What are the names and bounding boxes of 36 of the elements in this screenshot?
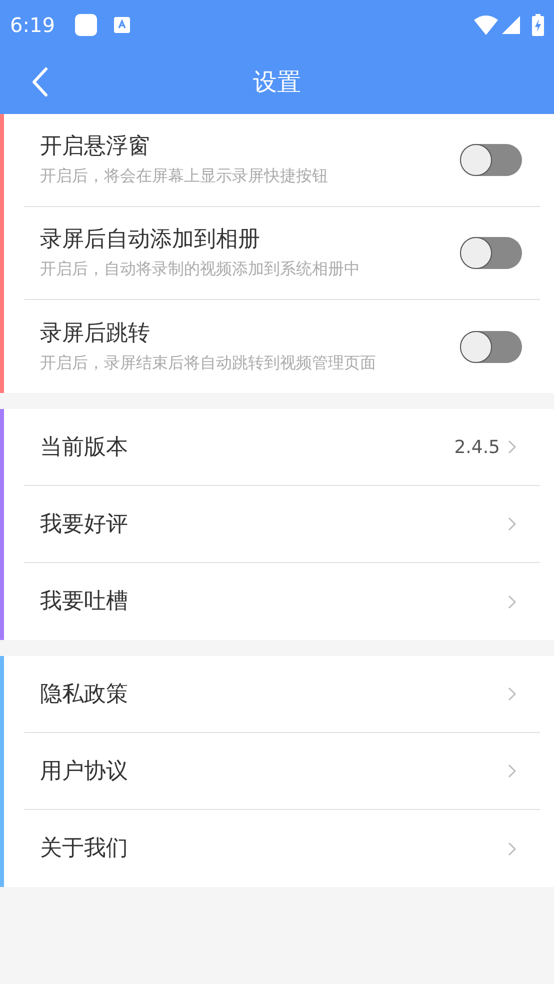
setting-title: 我要吐槽: [39, 588, 129, 616]
settings-row[interactable]: 用户协议: [24, 733, 540, 810]
wifi-icon: [474, 15, 498, 35]
app-notification-icon: [74, 13, 98, 37]
setting-description: 开启后，自动将录制的视频添加到系统相册中: [40, 258, 361, 280]
signal-icon: [502, 16, 520, 34]
chevron-right-icon: [508, 594, 516, 608]
setting-description: 开启后，将会在屏幕上显示录屏快捷按钮: [40, 165, 329, 187]
setting-title: 关于我们: [39, 835, 129, 863]
page-title: 设置: [253, 67, 301, 98]
setting-title: 录屏后跳转: [40, 320, 151, 348]
settings-row[interactable]: 关于我们: [24, 810, 540, 887]
chevron-right-icon: [508, 517, 516, 531]
chevron-right-icon: [508, 842, 516, 856]
toggle-switch[interactable]: [460, 237, 522, 269]
settings-row[interactable]: 我要好评: [24, 486, 540, 563]
chevron-right-icon: [508, 440, 516, 454]
chevron-right-icon: [508, 764, 516, 778]
settings-row[interactable]: 我要吐槽: [24, 563, 540, 640]
setting-title: 开启悬浮窗: [40, 133, 151, 161]
battery-icon: [532, 14, 544, 36]
status-time: 6:19: [10, 12, 55, 39]
settings-row[interactable]: 隐私政策: [24, 656, 540, 733]
setting-title: 当前版本: [39, 434, 129, 462]
translate-notification-icon: [114, 17, 130, 33]
back-icon: [32, 67, 48, 97]
setting-title: 用户协议: [39, 758, 129, 786]
settings-row[interactable]: 当前版本 2.4.5: [24, 409, 540, 486]
version-number: 2.4.5: [454, 436, 500, 460]
setting-title: 隐私政策: [39, 680, 129, 708]
toggle-switch[interactable]: [460, 144, 522, 176]
setting-title: 我要好评: [39, 510, 129, 538]
toggle-switch[interactable]: [460, 330, 522, 362]
setting-title: 录屏后自动添加到相册: [40, 226, 261, 254]
chevron-right-icon: [508, 687, 516, 701]
setting-description: 开启后，录屏结束后将自动跳转到视频管理页面: [40, 352, 377, 374]
